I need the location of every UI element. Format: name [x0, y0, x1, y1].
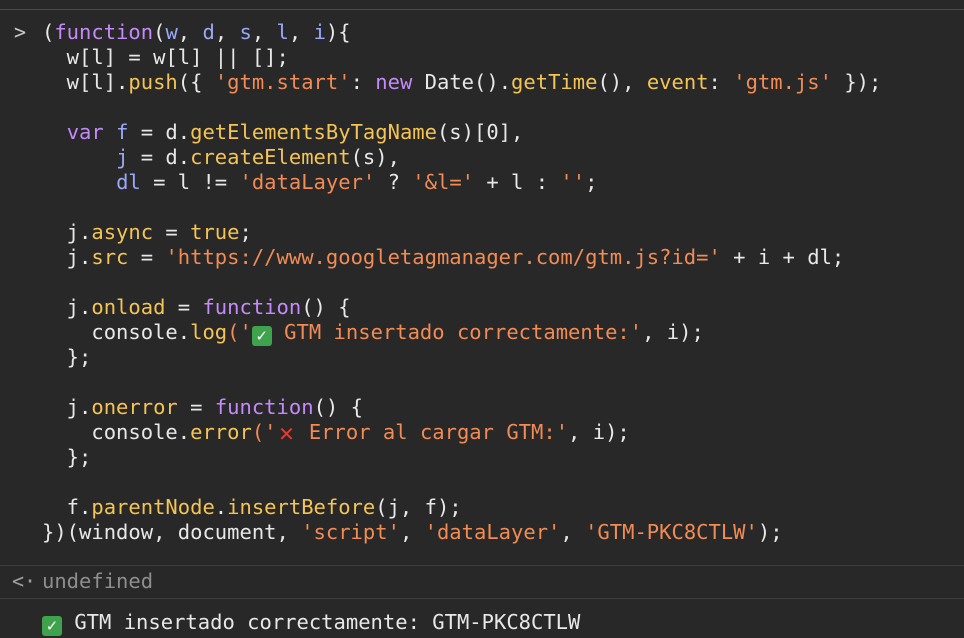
log-divider — [0, 598, 964, 599]
result-value: undefined — [42, 569, 154, 593]
code-line-17: console.error('✕ Error al cargar GTM:', … — [42, 420, 630, 446]
code-line-1: (function(w, d, s, l, i){ — [42, 20, 351, 44]
code-line-9: j.async = true; — [42, 220, 252, 244]
code-line-20: f.parentNode.insertBefore(j, f); — [42, 495, 462, 519]
console-log-entry[interactable]: ✓ GTM insertado correctamente: GTM-PKC8C… — [0, 608, 964, 636]
check-mark-icon: ✓ — [42, 616, 62, 636]
log-message: ✓ GTM insertado correctamente: GTM-PKC8C… — [42, 608, 580, 636]
console-result-entry[interactable]: <· undefined — [0, 568, 964, 594]
prompt-chevron-icon: > — [14, 20, 27, 44]
code-line-6: j = d.createElement(s), — [116, 145, 400, 169]
code-line-5: var f = d.getElementsByTagName(s)[0], — [66, 120, 524, 144]
cross-mark-icon: ✕ — [278, 422, 295, 446]
result-arrow-icon: <· — [12, 569, 37, 593]
code-line-18: }; — [42, 445, 92, 469]
check-mark-icon: ✓ — [251, 326, 272, 346]
code-line-14: }; — [42, 345, 92, 369]
code-line-2: w[l] = w[l] || []; — [42, 45, 289, 69]
code-line-7: dl = l != 'dataLayer' ? '&l=' + l : ''; — [116, 170, 598, 194]
code-line-10: j.src = 'https://www.googletagmanager.co… — [42, 245, 845, 269]
code-line-12: j.onload = function() { — [42, 295, 351, 319]
code-block[interactable]: (function(w, d, s, l, i){ w[l] = w[l] ||… — [42, 20, 881, 545]
code-line-21: })(window, document, 'script', 'dataLaye… — [42, 520, 783, 544]
top-divider — [0, 9, 964, 10]
code-line-16: j.onerror = function() { — [42, 395, 363, 419]
code-line-13: console.log(' ✓ GTM insertado correctamen… — [42, 320, 704, 346]
code-line-3: w[l].push({ 'gtm.start': new Date().getT… — [42, 70, 882, 94]
result-divider — [0, 565, 964, 566]
